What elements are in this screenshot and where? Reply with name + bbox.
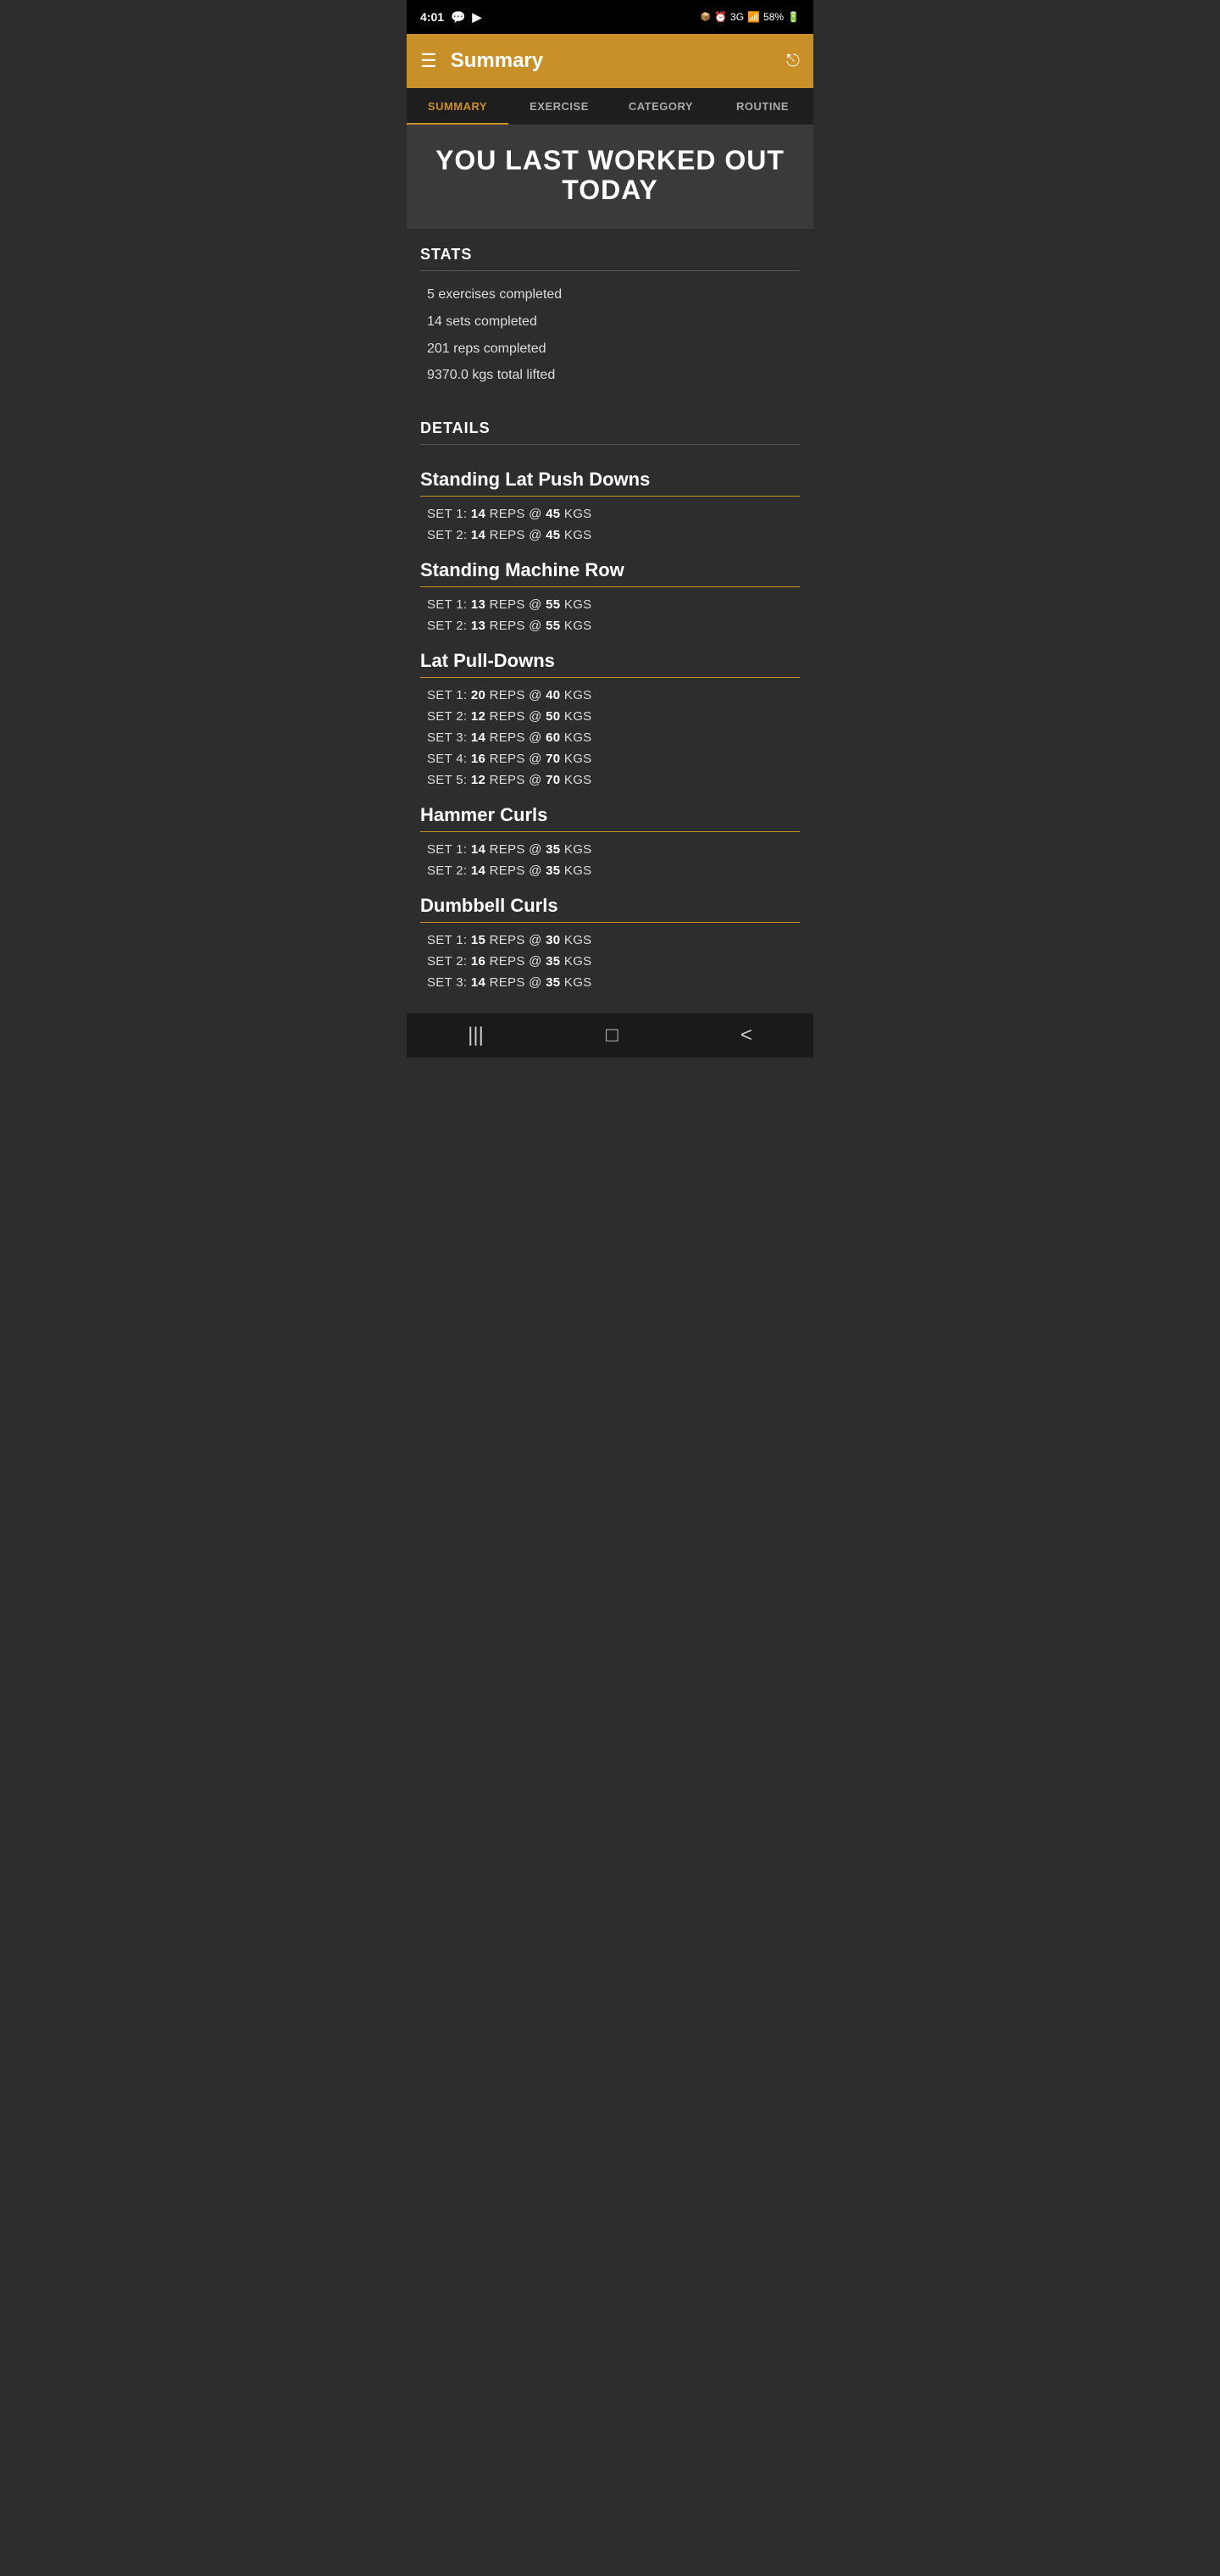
set-3-1: SET 2: 14 REPS @ 35 KGS	[420, 860, 800, 881]
stat-item-3: 9370.0 kgs total lifted	[420, 362, 800, 389]
battery-label: 58%	[763, 11, 784, 23]
battery-icon: 🔋	[787, 11, 800, 23]
set-0-0: SET 1: 14 REPS @ 45 KGS	[420, 503, 800, 525]
exercise-lat-pull-downs: Lat Pull-Downs SET 1: 20 REPS @ 40 KGS S…	[407, 636, 813, 791]
set-4-0: SET 1: 15 REPS @ 30 KGS	[420, 930, 800, 951]
sd-icon: 📦	[701, 13, 711, 22]
set-2-0: SET 1: 20 REPS @ 40 KGS	[420, 685, 800, 706]
app-header: ☰ Summary ⎋	[407, 34, 813, 88]
message-icon: 💬	[451, 10, 465, 25]
exercise-name-2: Lat Pull-Downs	[420, 650, 800, 678]
status-right: 📦 ⏰ 3G 📶 58% 🔋	[701, 11, 800, 23]
tab-bar: SUMMARY EXERCISE CATEGORY ROUTINE	[407, 88, 813, 125]
network-label: 3G	[730, 11, 744, 23]
set-2-2: SET 3: 14 REPS @ 60 KGS	[420, 727, 800, 748]
stats-section: STATS 5 exercises completed 14 sets comp…	[407, 229, 813, 388]
exercise-standing-lat-push-downs: Standing Lat Push Downs SET 1: 14 REPS @…	[407, 455, 813, 546]
status-bar: 4:01 💬 ▶ 📦 ⏰ 3G 📶 58% 🔋	[407, 0, 813, 34]
exercise-standing-machine-row: Standing Machine Row SET 1: 13 REPS @ 55…	[407, 546, 813, 636]
stats-title: STATS	[420, 246, 800, 271]
set-4-2: SET 3: 14 REPS @ 35 KGS	[420, 972, 800, 993]
exercise-dumbbell-curls: Dumbbell Curls SET 1: 15 REPS @ 30 KGS S…	[407, 881, 813, 1013]
nav-back-icon[interactable]: <	[740, 1024, 752, 1047]
exercise-hammer-curls: Hammer Curls SET 1: 14 REPS @ 35 KGS SET…	[407, 791, 813, 881]
menu-icon[interactable]: ☰	[420, 50, 437, 72]
signal-icon: 📶	[747, 11, 760, 23]
status-time: 4:01	[420, 10, 444, 24]
exercise-name-3: Hammer Curls	[420, 804, 800, 832]
main-content: YOU LAST WORKED OUT TODAY STATS 5 exerci…	[407, 125, 813, 1013]
bottom-nav: ||| □ <	[407, 1013, 813, 1058]
stat-item-2: 201 reps completed	[420, 336, 800, 363]
stat-item-1: 14 sets completed	[420, 308, 800, 336]
exercise-name-1: Standing Machine Row	[420, 559, 800, 587]
tab-exercise[interactable]: EXERCISE	[508, 88, 610, 125]
exercise-name-4: Dumbbell Curls	[420, 895, 800, 923]
alarm-icon: ⏰	[714, 11, 727, 23]
nav-recent-apps-icon[interactable]: |||	[468, 1024, 484, 1047]
share-icon[interactable]: ⎋	[786, 52, 800, 71]
stat-item-0: 5 exercises completed	[420, 281, 800, 308]
youtube-icon: ▶	[472, 10, 481, 25]
details-title: DETAILS	[420, 419, 800, 445]
exercise-name-0: Standing Lat Push Downs	[420, 469, 800, 497]
details-section: DETAILS	[407, 402, 813, 445]
nav-home-icon[interactable]: □	[606, 1024, 618, 1047]
set-2-4: SET 5: 12 REPS @ 70 KGS	[420, 769, 800, 791]
set-1-0: SET 1: 13 REPS @ 55 KGS	[420, 594, 800, 615]
set-3-0: SET 1: 14 REPS @ 35 KGS	[420, 839, 800, 860]
set-1-1: SET 2: 13 REPS @ 55 KGS	[420, 615, 800, 636]
set-2-1: SET 2: 12 REPS @ 50 KGS	[420, 706, 800, 727]
status-left: 4:01 💬 ▶	[420, 10, 481, 25]
set-0-1: SET 2: 14 REPS @ 45 KGS	[420, 525, 800, 546]
tab-summary[interactable]: SUMMARY	[407, 88, 508, 125]
hero-text: YOU LAST WORKED OUT TODAY	[420, 146, 800, 205]
set-4-1: SET 2: 16 REPS @ 35 KGS	[420, 951, 800, 972]
tab-category[interactable]: CATEGORY	[610, 88, 712, 125]
tab-routine[interactable]: ROUTINE	[712, 88, 813, 125]
set-2-3: SET 4: 16 REPS @ 70 KGS	[420, 748, 800, 769]
hero-banner: YOU LAST WORKED OUT TODAY	[407, 125, 813, 229]
header-title: Summary	[451, 49, 786, 73]
